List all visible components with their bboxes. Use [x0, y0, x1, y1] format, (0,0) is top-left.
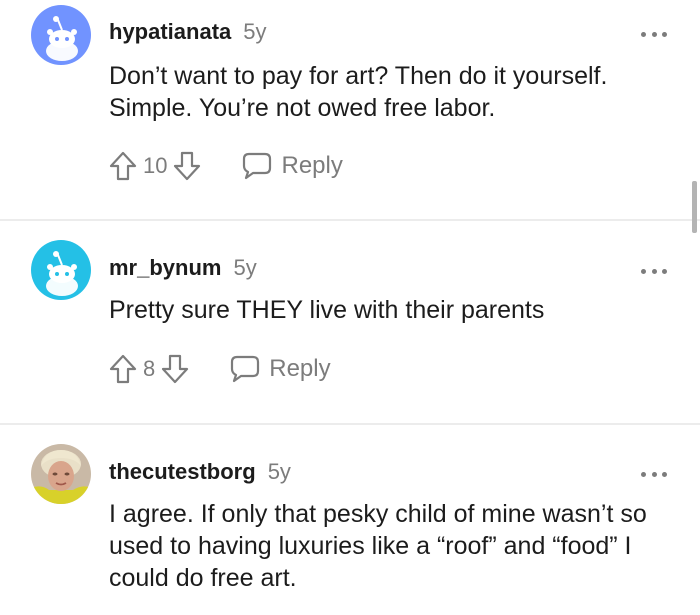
comment: hypatianata 5y Don’t want to pay for art… — [0, 0, 700, 220]
reply-label: Reply — [269, 355, 331, 382]
avatar[interactable] — [31, 5, 91, 65]
reply-button[interactable]: Reply — [241, 151, 343, 181]
comment: thecutestborg 5y I agree. If only that p… — [0, 425, 700, 615]
upvote-arrow-icon — [109, 151, 137, 181]
comment-meta: hypatianata 5y — [109, 19, 267, 49]
comment-body: Pretty sure THEY live with their parents — [109, 296, 545, 324]
comment-meta: mr_bynum 5y — [109, 255, 257, 285]
snoo-avatar-icon — [31, 5, 91, 65]
scrollbar-thumb[interactable] — [692, 181, 697, 233]
more-options-icon[interactable] — [641, 470, 667, 478]
vote-score: 10 — [143, 153, 168, 178]
comment-actions: 8 Reply — [109, 351, 331, 387]
comment: mr_bynum 5y Pretty sure THEY live with t… — [0, 221, 700, 423]
comment-actions: 10 Reply — [109, 148, 343, 184]
comment-age: 5y — [243, 19, 267, 44]
upvote-button[interactable] — [109, 353, 137, 385]
username[interactable]: hypatianata — [109, 19, 231, 45]
snoo-avatar-icon — [31, 240, 91, 300]
downvote-button[interactable] — [161, 353, 189, 385]
user-photo-avatar — [31, 444, 91, 504]
comment-age: 5y — [267, 459, 291, 484]
more-options-icon[interactable] — [641, 30, 667, 38]
comment-body: I agree. If only that pesky child of min… — [109, 500, 647, 592]
chat-bubble-icon — [231, 355, 260, 383]
reply-label: Reply — [281, 152, 343, 179]
username[interactable]: thecutestborg — [109, 459, 256, 485]
downvote-arrow-icon — [174, 151, 201, 181]
upvote-arrow-icon — [109, 354, 137, 384]
avatar[interactable] — [31, 444, 91, 504]
more-options-icon[interactable] — [641, 267, 667, 275]
avatar[interactable] — [31, 240, 91, 300]
vote-score: 8 — [143, 356, 156, 381]
comment-body: Don’t want to pay for art? Then do it yo… — [109, 62, 608, 122]
upvote-button[interactable] — [109, 150, 137, 182]
comment-age: 5y — [233, 255, 257, 280]
username[interactable]: mr_bynum — [109, 255, 221, 281]
chat-bubble-icon — [243, 152, 272, 180]
reply-button[interactable]: Reply — [229, 354, 331, 384]
downvote-button[interactable] — [173, 150, 201, 182]
comment-meta: thecutestborg 5y — [109, 459, 291, 489]
downvote-arrow-icon — [162, 354, 189, 384]
